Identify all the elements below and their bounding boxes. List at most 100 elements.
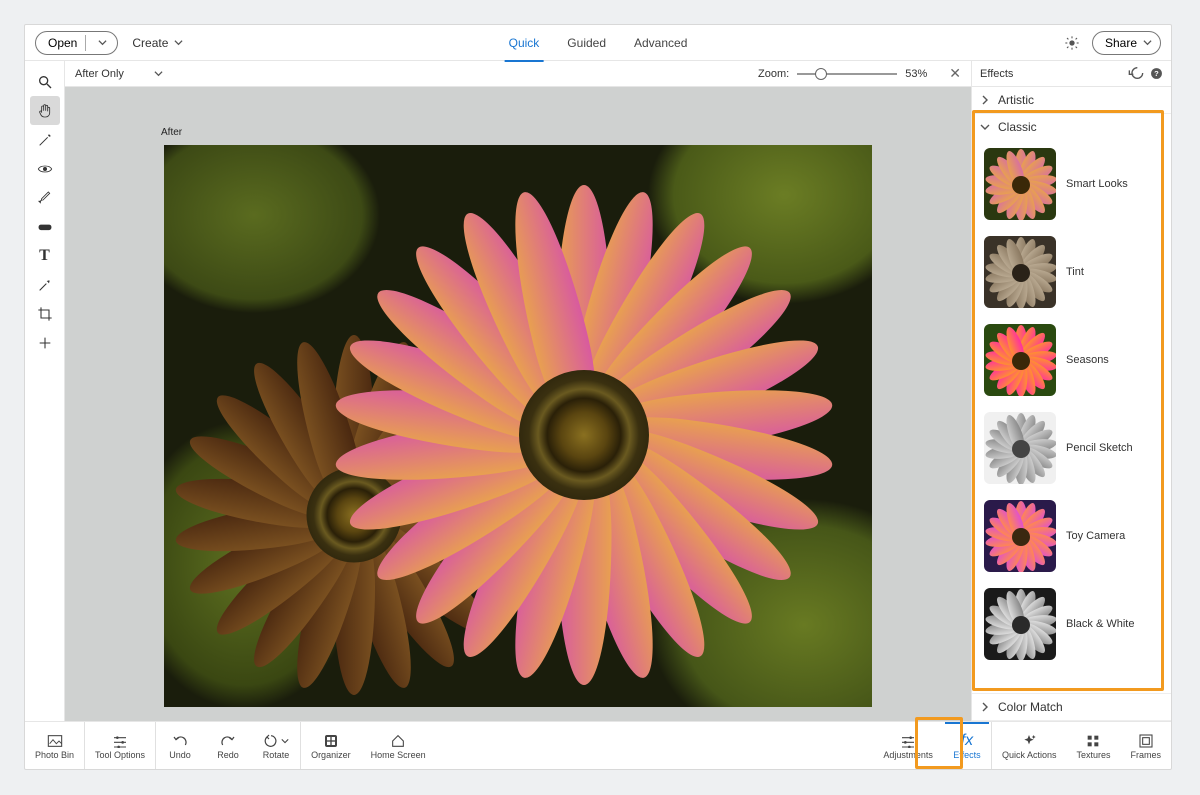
help-icon[interactable]: ? <box>1150 67 1163 80</box>
crop-tool[interactable] <box>30 299 60 328</box>
effect-thumbnail <box>984 500 1056 572</box>
home-button[interactable]: Home Screen <box>361 722 436 769</box>
zoom-thumb[interactable] <box>815 68 827 80</box>
organizer-button[interactable]: Organizer <box>301 722 361 769</box>
classic-effects-list: Smart Looks Tint Seasons Pencil Sketch Toy C… <box>972 140 1171 693</box>
hand-tool[interactable] <box>30 96 60 125</box>
chevron-down-icon <box>174 38 183 47</box>
redo-button[interactable]: Redo <box>204 722 252 769</box>
close-document-button[interactable]: ✕ <box>949 65 961 82</box>
classic-label: Classic <box>998 120 1037 134</box>
tool-options-button[interactable]: Tool Options <box>85 722 155 769</box>
wand-icon <box>37 132 53 148</box>
view-label: After Only <box>75 68 124 80</box>
left-toolbar: T <box>25 61 65 721</box>
reset-icon[interactable] <box>1128 67 1144 79</box>
organizer-label: Organizer <box>311 750 351 760</box>
chevron-down-icon <box>1143 38 1152 47</box>
effect-item-black-white[interactable]: Black & White <box>972 580 1171 668</box>
bandage-icon <box>37 219 53 235</box>
chevron-right-icon <box>980 702 990 712</box>
canvas-area[interactable]: After <box>65 87 971 721</box>
quick-selection-tool[interactable] <box>30 125 60 154</box>
category-classic[interactable]: Classic <box>972 114 1171 140</box>
photo-canvas[interactable] <box>164 145 872 707</box>
effects-label: Effects <box>953 750 980 760</box>
panel-header-icons: ? <box>1128 67 1163 80</box>
redeye-tool[interactable] <box>30 154 60 183</box>
panel-title: Effects <box>980 68 1013 80</box>
artistic-label: Artistic <box>998 93 1034 107</box>
tab-guided[interactable]: Guided <box>567 25 606 61</box>
bottom-toolbar: Photo Bin Tool Options Undo Redo Rotate … <box>25 721 1171 769</box>
quick-actions-label: Quick Actions <box>1002 750 1057 760</box>
share-label: Share <box>1105 36 1137 50</box>
effect-label: Seasons <box>1066 354 1109 366</box>
open-separator <box>85 35 86 51</box>
chevron-down-icon <box>98 38 107 47</box>
spot-heal-tool[interactable] <box>30 212 60 241</box>
effect-item-toy-camera[interactable]: Toy Camera <box>972 492 1171 580</box>
chevron-down-icon <box>154 69 163 78</box>
whiten-tool[interactable] <box>30 270 60 299</box>
effect-label: Smart Looks <box>1066 178 1128 190</box>
redo-label: Redo <box>217 750 239 760</box>
crop-icon <box>37 306 53 322</box>
effect-label: Pencil Sketch <box>1066 442 1133 454</box>
quick-actions-button[interactable]: Quick Actions <box>992 722 1067 769</box>
effect-item-tint[interactable]: Tint <box>972 228 1171 316</box>
share-button[interactable]: Share <box>1092 31 1161 55</box>
effect-thumbnail <box>984 324 1056 396</box>
frames-button[interactable]: Frames <box>1120 722 1171 769</box>
mode-tabs: Quick Guided Advanced <box>509 25 688 61</box>
photo-bin-button[interactable]: Photo Bin <box>25 722 84 769</box>
effect-item-seasons[interactable]: Seasons <box>972 316 1171 404</box>
create-button[interactable]: Create <box>132 36 183 50</box>
category-color-match[interactable]: Color Match <box>972 693 1171 721</box>
effect-item-smart-looks[interactable]: Smart Looks <box>972 140 1171 228</box>
view-dropdown[interactable]: After Only <box>75 68 163 80</box>
zoom-tool[interactable] <box>30 67 60 96</box>
svg-text:?: ? <box>1154 69 1159 78</box>
app-window: Open Create Quick Guided Advanced Share <box>24 24 1172 770</box>
open-button[interactable]: Open <box>35 31 118 55</box>
text-tool[interactable]: T <box>30 241 60 270</box>
frames-icon <box>1138 733 1154 749</box>
text-icon: T <box>39 247 50 265</box>
zoom-controls: Zoom: 53% ✕ <box>758 65 961 82</box>
textures-button[interactable]: Textures <box>1066 722 1120 769</box>
category-artistic[interactable]: Artistic <box>972 87 1171 114</box>
top-right-group: Share <box>1064 31 1161 55</box>
adjustments-button[interactable]: Adjustments <box>873 722 943 769</box>
effects-button[interactable]: fxEffects <box>943 722 991 769</box>
zoom-label: Zoom: <box>758 68 789 80</box>
home-icon <box>390 733 406 749</box>
center-area: After Only Zoom: 53% ✕ After <box>65 61 971 721</box>
organizer-icon <box>323 733 339 749</box>
rotate-button[interactable]: Rotate <box>252 722 300 769</box>
tab-quick[interactable]: Quick <box>509 25 540 61</box>
home-label: Home Screen <box>371 750 426 760</box>
redo-icon <box>220 734 236 748</box>
magnifier-icon <box>37 74 53 90</box>
undo-button[interactable]: Undo <box>156 722 204 769</box>
effect-thumbnail <box>984 236 1056 308</box>
tab-advanced[interactable]: Advanced <box>634 25 687 61</box>
tool-options-label: Tool Options <box>95 750 145 760</box>
effect-thumbnail <box>984 412 1056 484</box>
effects-panel: Effects ? Artistic Classic Smart Looks Ti… <box>971 61 1171 721</box>
move-icon <box>37 335 53 351</box>
move-tool[interactable] <box>30 328 60 357</box>
spacer <box>436 722 874 769</box>
textures-label: Textures <box>1076 750 1110 760</box>
zoom-value: 53% <box>905 68 927 80</box>
brush-tool[interactable] <box>30 183 60 212</box>
effect-label: Toy Camera <box>1066 530 1125 542</box>
effect-item-pencil-sketch[interactable]: Pencil Sketch <box>972 404 1171 492</box>
brightness-icon[interactable] <box>1064 35 1080 51</box>
chevron-right-icon <box>980 95 990 105</box>
rotate-label: Rotate <box>263 750 290 760</box>
middle-area: T After Only Zoom: 53% ✕ After <box>25 61 1171 721</box>
undo-icon <box>172 734 188 748</box>
zoom-slider[interactable] <box>797 73 897 75</box>
